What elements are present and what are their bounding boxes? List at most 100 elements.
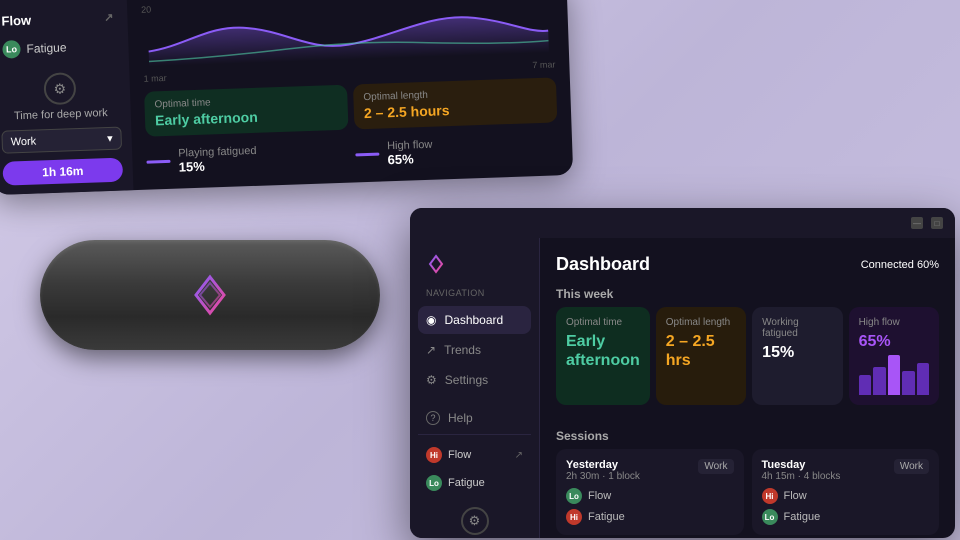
session-yesterday-date: Yesterday (566, 459, 640, 471)
tl-stats-row: Playing fatigued 15% High flow 65% (146, 130, 559, 179)
dash-connected: Connected 60% (861, 259, 939, 271)
session-tuesday-header: Tuesday 4h 15m · 4 blocks Work (762, 459, 930, 482)
tl-flow-label: Flow (1, 13, 31, 29)
tag-avatar-hi-1: Hi (762, 488, 778, 504)
tl-high-flow-val: 65% (387, 151, 433, 168)
tl-chart-mar-right: 7 mar (532, 59, 555, 70)
session-tuesday-tag-fatigue: Lo Fatigue (762, 509, 930, 525)
sidebar-flow-section: Hi Flow ↗ Lo Fatigue ⚙ Time for deep wor… (418, 434, 531, 538)
tl-fatigue-label: Fatigue (26, 40, 66, 55)
sessions-label: Sessions (556, 429, 939, 443)
dash-title: Dashboard (556, 254, 650, 275)
tl-line-purple-2 (355, 153, 379, 157)
wc-label-0: Optimal time (566, 317, 640, 328)
tl-chart-mar-left: 1 mar (143, 73, 166, 84)
session-yesterday-meta: 2h 30m · 1 block (566, 471, 640, 482)
session-yesterday-date-block: Yesterday 2h 30m · 1 block (566, 459, 640, 482)
sidebar-trends-label: Trends (444, 343, 481, 357)
tl-chevron-icon: ▾ (107, 132, 113, 145)
sidebar-nav-label: Navigation (418, 284, 531, 304)
sidebar-item-settings[interactable]: ⚙ Settings (418, 366, 531, 394)
connected-label: Connected (861, 259, 914, 271)
wc-label-3: High flow (859, 317, 929, 328)
session-tuesday-meta: 4h 15m · 4 blocks (762, 471, 841, 482)
tag-label-flow-1: Flow (784, 490, 807, 502)
wc-val-1: 2 – 2.5 hrs (666, 332, 736, 370)
sidebar-fatigue-row[interactable]: Lo Fatigue (418, 471, 531, 495)
tl-line-purple (146, 160, 170, 164)
trends-icon: ↗ (426, 343, 436, 357)
app-logo-icon (426, 254, 446, 274)
tl-info-grid: Optimal time Early afternoon Optimal len… (144, 77, 557, 136)
tl-optimal-length-card: Optimal length 2 – 2.5 hours (353, 77, 557, 129)
wc-label-1: Optimal length (666, 317, 736, 328)
flow-export-icon: ↗ (515, 450, 523, 461)
session-yesterday-header: Yesterday 2h 30m · 1 block Work (566, 459, 734, 482)
tl-high-flow-label: High flow (387, 139, 433, 153)
tl-sidebar: Flow ↗ Lo Fatigue ⚙ Time for deep work W… (0, 0, 133, 195)
tag-avatar-lo-1: Lo (762, 509, 778, 525)
wc-val-0: Early afternoon (566, 332, 640, 370)
session-tuesday-badge: Work (894, 459, 929, 474)
sidebar-settings-label: Settings (445, 373, 488, 387)
sidebar-deep-work-section: ⚙ Time for deep work (418, 499, 531, 538)
headband-logo (186, 271, 234, 319)
sidebar-flow-label: Flow (448, 449, 471, 461)
tl-high-flow: High flow 65% (355, 130, 559, 172)
wc-val-3: 65% (859, 332, 929, 351)
tl-flow-row: Flow ↗ (0, 8, 118, 31)
app-body: Navigation ◉ Dashboard ↗ Trends ⚙ Settin… (410, 238, 955, 538)
bar-4 (902, 371, 914, 395)
maximize-button[interactable]: □ (931, 217, 943, 229)
session-yesterday: Yesterday 2h 30m · 1 block Work Lo Flow … (556, 449, 744, 535)
this-week-label: This week (556, 287, 939, 301)
headband-shape (40, 240, 380, 350)
week-card-optimal-length: Optimal length 2 – 2.5 hrs (656, 307, 746, 405)
headband-container (20, 210, 400, 380)
week-card-working-fatigued: Working fatigued 15% (752, 307, 842, 405)
tag-label-fatigue-0: Fatigue (588, 511, 625, 523)
wc-val-2: 15% (762, 343, 832, 362)
sidebar-item-dashboard[interactable]: ◉ Dashboard (418, 306, 531, 334)
week-card-optimal-time: Optimal time Early afternoon (556, 307, 650, 405)
bar-1 (859, 375, 871, 395)
minimize-button[interactable]: — (911, 217, 923, 229)
app-sidebar: Navigation ◉ Dashboard ↗ Trends ⚙ Settin… (410, 238, 540, 538)
session-yesterday-tag-flow: Lo Flow (566, 488, 734, 504)
week-card-high-flow: High flow 65% (849, 307, 939, 405)
bar-5 (917, 363, 929, 395)
tl-deep-label: Time for deep work (14, 107, 108, 122)
tl-fatigue-avatar: Lo (2, 40, 21, 59)
high-flow-bar-chart (859, 355, 929, 395)
tl-work-select[interactable]: Work ▾ (1, 127, 122, 154)
tl-optimal-time-card: Optimal time Early afternoon (144, 85, 348, 137)
sidebar-item-help[interactable]: ? Help (418, 404, 531, 432)
app-main: Dashboard Connected 60% This week Optima… (540, 238, 955, 538)
session-tuesday-date-block: Tuesday 4h 15m · 4 blocks (762, 459, 841, 482)
tl-time-badge: 1h 16m (2, 158, 123, 186)
session-yesterday-badge: Work (698, 459, 733, 474)
wc-label-2: Working fatigued (762, 317, 832, 339)
maximize-icon: □ (935, 219, 940, 228)
tag-label-fatigue-1: Fatigue (784, 511, 821, 523)
sidebar-item-trends[interactable]: ↗ Trends (418, 336, 531, 364)
session-tuesday-date: Tuesday (762, 459, 841, 471)
dashboard-icon: ◉ (426, 313, 436, 327)
tl-chart-label-0: 20 (141, 4, 151, 14)
tl-playing-fatigued-val: 15% (178, 157, 257, 175)
sidebar-gear-icon: ⚙ (461, 507, 489, 535)
settings-icon: ⚙ (426, 373, 437, 387)
app-titlebar: — □ (410, 208, 955, 238)
tl-deep-work: ⚙ Time for deep work (0, 71, 121, 123)
tl-chart-label-right: 0 (548, 0, 553, 1)
top-left-card: Flow ↗ Lo Fatigue ⚙ Time for deep work W… (0, 0, 573, 195)
sessions-grid: Yesterday 2h 30m · 1 block Work Lo Flow … (556, 449, 939, 538)
sidebar-flow-row[interactable]: Hi Flow ↗ (418, 443, 531, 467)
tag-label-flow-0: Flow (588, 490, 611, 502)
tl-main: 20 0 1 mar 7 (127, 0, 574, 190)
week-cards-grid: Optimal time Early afternoon Optimal len… (556, 307, 939, 405)
minimize-icon: — (913, 219, 921, 228)
sidebar-fatigue-label: Fatigue (448, 477, 485, 489)
tl-work-select-label: Work (11, 135, 37, 148)
sidebar-help-row[interactable]: ? Help (418, 404, 531, 432)
